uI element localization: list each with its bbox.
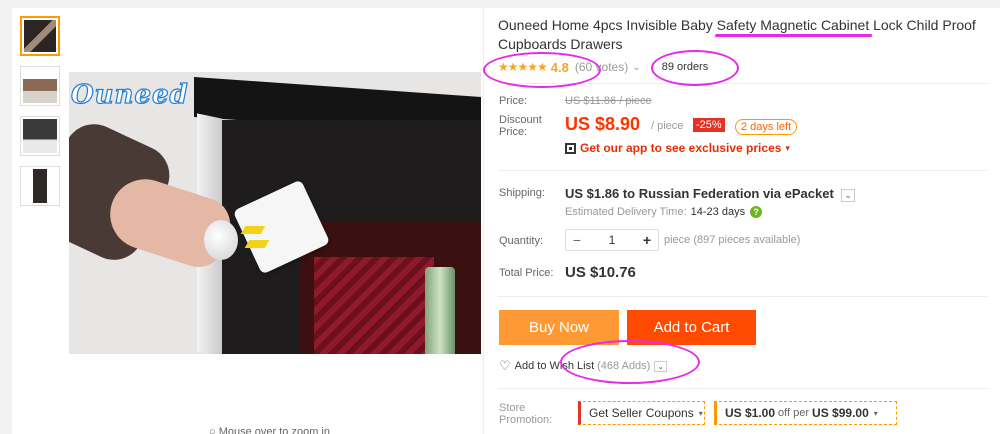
delivery-estimate: Estimated Delivery Time: 14-23 days ? <box>565 206 763 218</box>
app-promo-text: Get our app to see exclusive prices <box>580 141 782 155</box>
zoom-hint: ○ Mouse over to zoom in <box>209 426 330 434</box>
shipping-label: Shipping: <box>499 187 545 199</box>
delivery-estimate-days: 14-23 days <box>690 206 746 218</box>
brand-logo-watermark: Ouneed <box>70 79 189 110</box>
app-promo-link[interactable]: Get our app to see exclusive prices ▾ <box>565 141 790 155</box>
quantity-input[interactable]: 1 <box>588 233 636 247</box>
product-page: Ouneed ○ Mouse over to zoom in Ouneed Ho… <box>12 8 1000 434</box>
heart-icon: ♡ <box>499 358 511 373</box>
annotation-underline <box>715 34 872 37</box>
qr-code-icon <box>565 142 576 154</box>
annotation-circle-orders <box>651 50 739 86</box>
divider <box>498 388 988 389</box>
chevron-down-icon[interactable]: ⌄ <box>841 189 855 202</box>
annotation-circle-rating <box>483 52 601 88</box>
divider <box>498 296 988 297</box>
seller-coupons-dropdown[interactable]: Get Seller Coupons ▾ <box>578 401 705 425</box>
total-price: US $10.76 <box>565 264 636 281</box>
buy-now-button[interactable]: Buy Now <box>499 310 619 345</box>
discount-badge: -25% <box>693 118 725 132</box>
store-coupon-dropdown[interactable]: US $1.00 off per US $99.00 ▾ <box>714 401 897 425</box>
divider <box>498 170 988 171</box>
main-product-image[interactable]: Ouneed <box>69 72 481 354</box>
help-icon[interactable]: ? <box>750 206 763 218</box>
chevron-down-icon: ▾ <box>785 142 790 153</box>
days-left-badge: 2 days left <box>735 119 798 135</box>
thumbnail-3[interactable] <box>20 116 60 156</box>
quantity-label: Quantity: <box>499 235 544 247</box>
annotation-circle-wishlist <box>560 340 700 384</box>
quantity-unit: piece <box>664 234 691 246</box>
price-label: Price: <box>499 95 528 107</box>
chevron-down-icon: ▾ <box>873 408 878 418</box>
thumbnail-1[interactable] <box>20 16 60 56</box>
discount-price-label-line2: Price: <box>499 126 528 138</box>
thumbnail-strip <box>20 16 62 216</box>
coupon-amount: US $1.00 <box>725 406 776 420</box>
total-price-label: Total Price: <box>499 267 554 279</box>
quantity-increase-button[interactable]: + <box>636 232 658 248</box>
price-unit: / piece <box>651 120 684 132</box>
availability: piece (897 pieces available) <box>664 234 800 246</box>
chevron-down-icon[interactable]: ⌄ <box>632 62 640 73</box>
thumbnail-2[interactable] <box>20 66 60 106</box>
seller-coupons-label: Get Seller Coupons <box>589 406 694 420</box>
store-promotion-label-line2: Promotion: <box>499 414 553 426</box>
shipping-value: US $1.86 to Russian Federation via ePack… <box>565 186 834 201</box>
quantity-stepper: − 1 + <box>565 229 659 251</box>
quantity-decrease-button[interactable]: − <box>566 232 588 248</box>
original-price: US $11.86 / piece <box>565 95 652 107</box>
delivery-estimate-label: Estimated Delivery Time: <box>565 206 687 218</box>
available-count: (897 pieces available) <box>693 234 801 246</box>
store-promotion-label-line1: Store <box>499 402 526 414</box>
discount-price-label-line1: Discount <box>499 114 542 126</box>
coupon-off-per: off per <box>778 407 810 419</box>
chevron-down-icon: ▾ <box>698 408 703 418</box>
thumbnail-4[interactable] <box>20 166 60 206</box>
shipping-selector[interactable]: US $1.86 to Russian Federation via ePack… <box>565 186 855 202</box>
discount-price: US $8.90 <box>565 114 641 134</box>
coupon-threshold: US $99.00 <box>812 406 869 420</box>
